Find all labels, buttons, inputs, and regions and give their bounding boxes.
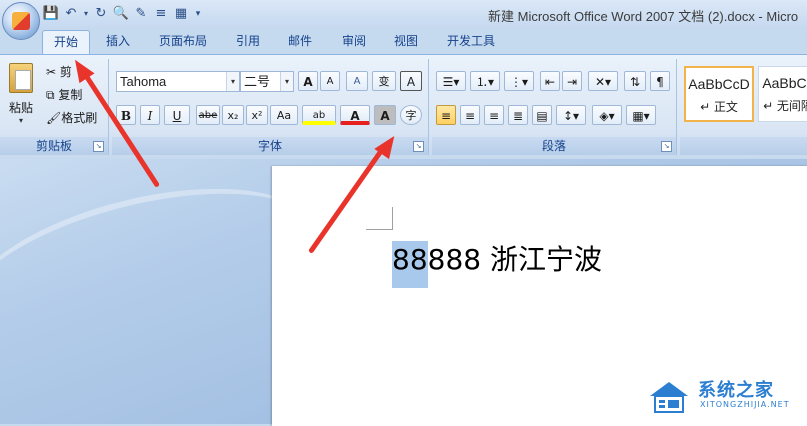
customize-qat-icon[interactable]: ▾ [192,5,204,23]
subscript-button[interactable]: x₂ [222,105,244,125]
char-shading-button[interactable]: A [374,105,396,125]
align-icon[interactable]: ≡ [152,5,170,23]
style-normal[interactable]: AaBbCcD ↵ 正文 [684,66,754,122]
underline-button[interactable]: U [164,105,190,125]
redo-icon[interactable]: ↻ [92,5,110,23]
styles-group: AaBbCcD ↵ 正文 AaBbCc ↵ 无间隔 [680,59,807,155]
bullets-icon[interactable]: ☰▾ [436,71,466,91]
align-right-icon[interactable]: ≡ [484,105,504,125]
paste-label: 粘贴 [8,101,33,115]
decrease-indent-icon[interactable]: ⇤ [540,71,560,91]
copy-icon: ⧉ [46,88,55,102]
margin-corner-mark [366,207,393,230]
office-button[interactable] [2,2,40,40]
watermark: 系统之家 XITONGZHIJIA.NET [640,370,807,424]
tab-view[interactable]: 视图 [384,30,428,52]
paragraph-group-label: 段落 [432,137,676,155]
dropdown-icon[interactable]: ▾ [82,5,90,23]
styles-group-label [680,137,807,155]
font-color-button[interactable]: A [340,105,370,125]
paragraph-launcher-icon[interactable]: ↘ [661,141,672,152]
superscript-button[interactable]: x² [246,105,268,125]
tab-references[interactable]: 引用 [226,30,270,52]
tab-home[interactable]: 开始 [42,30,90,55]
window-title: 新建 Microsoft Office Word 2007 文档 (2).doc… [488,9,799,24]
style-no-spacing[interactable]: AaBbCc ↵ 无间隔 [758,66,807,122]
font-name-combo[interactable]: Tahoma ▾ [116,71,240,92]
clipboard-icon [9,63,33,93]
watermark-url: XITONGZHIJIA.NET [700,400,790,409]
tab-mailings[interactable]: 邮件 [278,30,322,52]
font-size-combo[interactable]: 二号 ▾ [240,71,294,92]
save-icon[interactable]: 💾 [42,5,60,23]
font-size-value: 二号 [244,74,271,89]
increase-indent-icon[interactable]: ⇥ [562,71,582,91]
watermark-name: 系统之家 [698,380,774,401]
paste-dropdown-icon: ▾ [18,116,23,125]
selected-text[interactable]: 88 [392,241,428,288]
char-border-button[interactable]: A [400,71,422,91]
strikethrough-button[interactable]: abe [196,105,220,125]
justify-icon[interactable]: ≣ [508,105,528,125]
sort-icon[interactable]: ⇅ [624,71,646,91]
clipboard-group-label: 剪贴板 [0,137,108,155]
body-text[interactable]: 888 浙江宁波 [428,243,602,276]
copy-label: 复制 [58,88,83,102]
line-spacing-icon[interactable]: ↕▾ [556,105,586,125]
phonetic-guide-button[interactable]: 变 [372,71,396,91]
style-name: ↵ 无间隔 [763,99,807,113]
tab-page-layout[interactable]: 页面布局 [150,30,216,52]
tab-developer[interactable]: 开发工具 [438,30,504,52]
office-logo-icon [12,12,30,30]
undo-icon[interactable]: ↶ [62,5,80,23]
style-name: ↵ 正文 [700,100,738,114]
numbering-icon[interactable]: ⒈▾ [470,71,500,91]
multilevel-list-icon[interactable]: ⋮▾ [504,71,534,91]
font-launcher-icon[interactable]: ↘ [413,141,424,152]
clipboard-launcher-icon[interactable]: ↘ [93,141,104,152]
table-icon[interactable]: ▦ [172,5,190,23]
format-painter-button[interactable]: 🖌格式刷 [46,109,97,126]
change-case-button[interactable]: Aa [270,105,298,125]
title-bar: 💾 ↶ ▾ ↻ 🔍 ✎ ≡ ▦ ▾ 新建 Microsoft Office Wo… [0,0,807,28]
chinese-layout-icon[interactable]: ✕▾ [588,71,618,91]
borders-icon[interactable]: ▦▾ [626,105,656,125]
align-left-icon[interactable]: ≡ [436,105,456,125]
font-name-value: Tahoma [120,74,167,89]
ribbon: 粘贴 ▾ ✂ 剪 ⧉ 复制 🖌格式刷 剪贴板 ↘ Tahoma ▾ 二号 ▾ A A… [0,54,807,160]
chevron-down-icon[interactable]: ▾ [280,72,293,91]
format-painter-label: 格式刷 [61,111,98,125]
distributed-icon[interactable]: ▤ [532,105,552,125]
style-preview: AaBbCc [762,75,807,91]
align-center-icon[interactable]: ≡ [460,105,480,125]
edit-icon[interactable]: ✎ [132,5,150,23]
shading-icon[interactable]: ◈▾ [592,105,622,125]
chevron-down-icon[interactable]: ▾ [226,72,239,91]
italic-button[interactable]: I [140,105,160,125]
shrink-font-button[interactable]: A [320,71,340,91]
house-logo-icon [650,382,688,413]
enclose-char-button[interactable]: 字 [400,105,422,125]
clear-format-button[interactable]: A [346,71,368,91]
paste-button[interactable]: 粘贴 ▾ [4,61,38,127]
highlight-color-button[interactable]: ab [302,105,336,125]
paragraph-group: ☰▾ ⒈▾ ⋮▾ ⇤ ⇥ ✕▾ ⇅ ¶ ≡ ≡ ≡ ≣ ▤ ↕▾ ◈▾ ▦▾ 段… [432,59,677,155]
document-text[interactable]: 88888 浙江宁波 [392,238,602,288]
copy-button[interactable]: ⧉ 复制 [46,86,82,103]
show-marks-icon[interactable]: ¶ [650,71,670,91]
tab-insert[interactable]: 插入 [96,30,140,52]
tab-review[interactable]: 审阅 [332,30,376,52]
grow-font-button[interactable]: A [298,71,318,91]
quick-access-toolbar: 💾 ↶ ▾ ↻ 🔍 ✎ ≡ ▦ ▾ [42,4,204,24]
scissors-icon: ✂ [46,65,57,79]
brush-icon: 🖌 [46,111,62,125]
ribbon-tabs: 开始 插入 页面布局 引用 邮件 审阅 视图 开发工具 [0,28,807,55]
style-preview: AaBbCcD [688,76,750,92]
print-preview-icon[interactable]: 🔍 [112,5,130,23]
